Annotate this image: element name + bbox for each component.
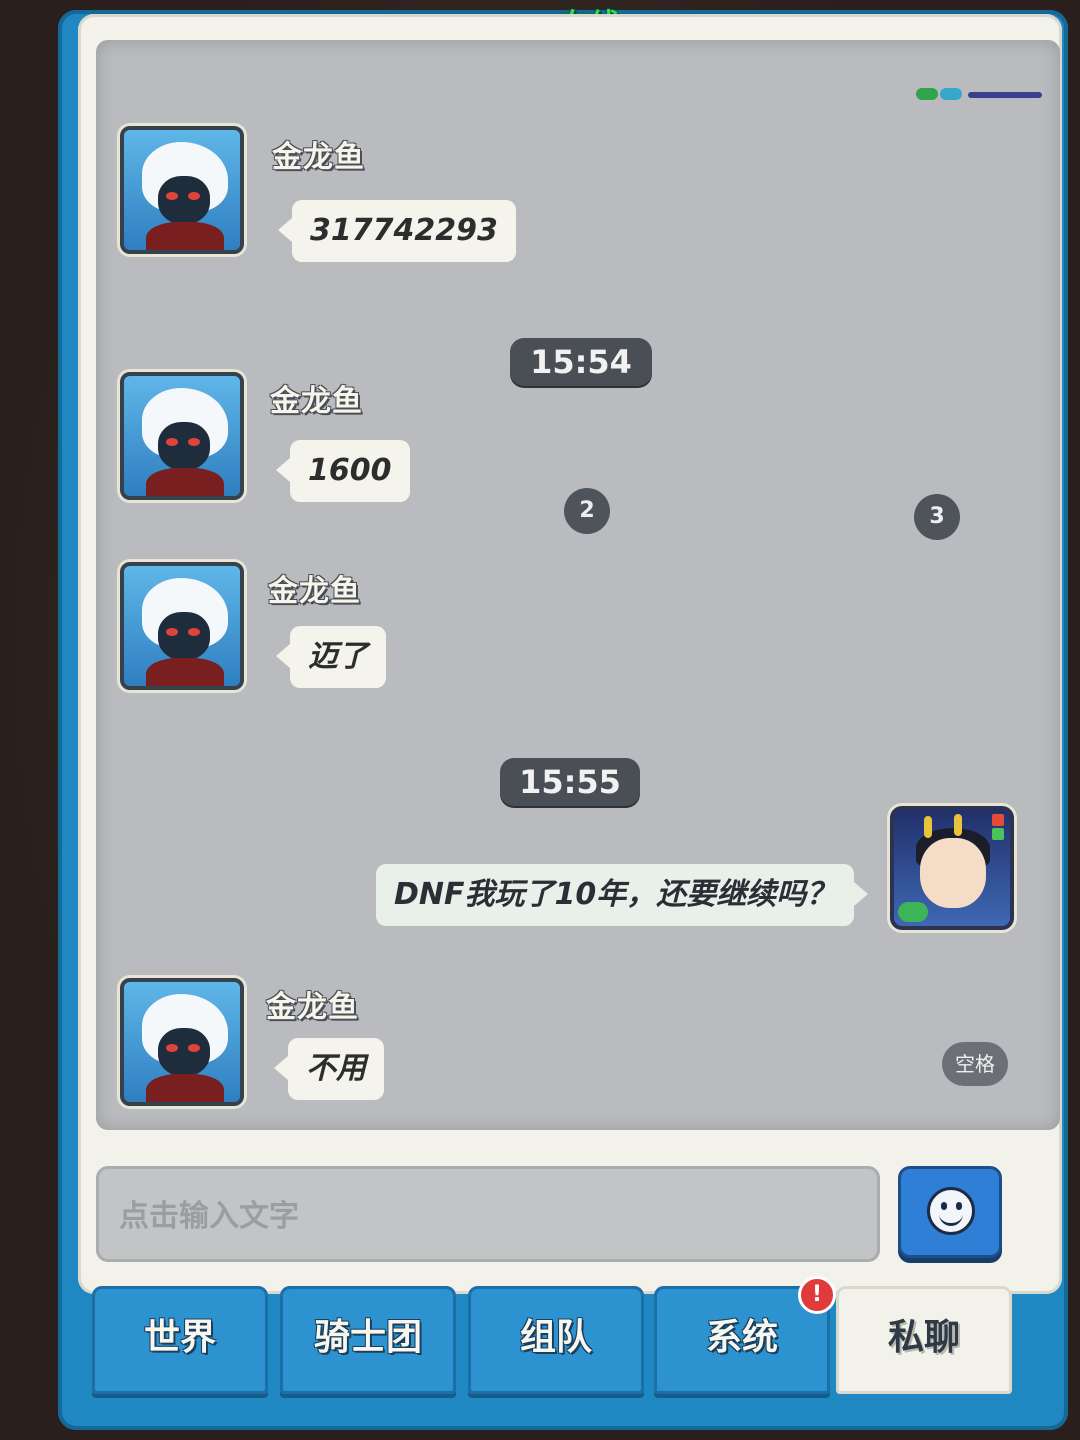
deco-green-icon: [916, 88, 938, 100]
sender-avatar[interactable]: [120, 562, 244, 690]
smiley-face-icon: [927, 1187, 975, 1235]
sender-avatar[interactable]: [120, 126, 244, 254]
chat-channel-tabs: 世界 骑士团 组队 系统 私聊: [92, 1286, 1012, 1398]
chat-input-container[interactable]: [96, 1166, 880, 1262]
own-avatar[interactable]: [890, 806, 1014, 930]
timestamp-pill: 15:55: [500, 758, 640, 806]
tab-knights[interactable]: 骑士团: [280, 1286, 456, 1394]
message-bubble[interactable]: 迈了: [276, 626, 386, 688]
deco-bar: [968, 92, 1042, 98]
sender-avatar[interactable]: [120, 372, 244, 500]
message-bubble[interactable]: 317742293: [278, 200, 516, 262]
emoji-button[interactable]: [898, 1166, 1002, 1258]
message-bubble[interactable]: 1600: [276, 440, 410, 502]
space-button[interactable]: 空格: [942, 1042, 1008, 1086]
top-decoration: [916, 86, 1046, 104]
sender-avatar[interactable]: [120, 978, 244, 1106]
sender-name: 金龙鱼: [270, 384, 363, 419]
sender-name: 金龙鱼: [272, 140, 365, 175]
sender-name: 金龙鱼: [268, 574, 361, 609]
chat-input[interactable]: [117, 1187, 861, 1245]
system-alert-icon: !: [798, 1276, 836, 1314]
message-bubble[interactable]: 不用: [274, 1038, 384, 1100]
overlay-number-badge: 2: [564, 488, 610, 534]
overlay-number-badge: 3: [914, 494, 960, 540]
sender-name: 金龙鱼: [266, 990, 359, 1025]
own-message-bubble[interactable]: DNF我玩了10年，还要继续吗？: [376, 864, 869, 926]
deco-blue-icon: [940, 88, 962, 100]
tab-world[interactable]: 世界: [92, 1286, 268, 1394]
timestamp-pill: 15:54: [510, 338, 652, 386]
tab-team[interactable]: 组队: [468, 1286, 644, 1394]
tab-private-chat[interactable]: 私聊: [836, 1286, 1012, 1394]
